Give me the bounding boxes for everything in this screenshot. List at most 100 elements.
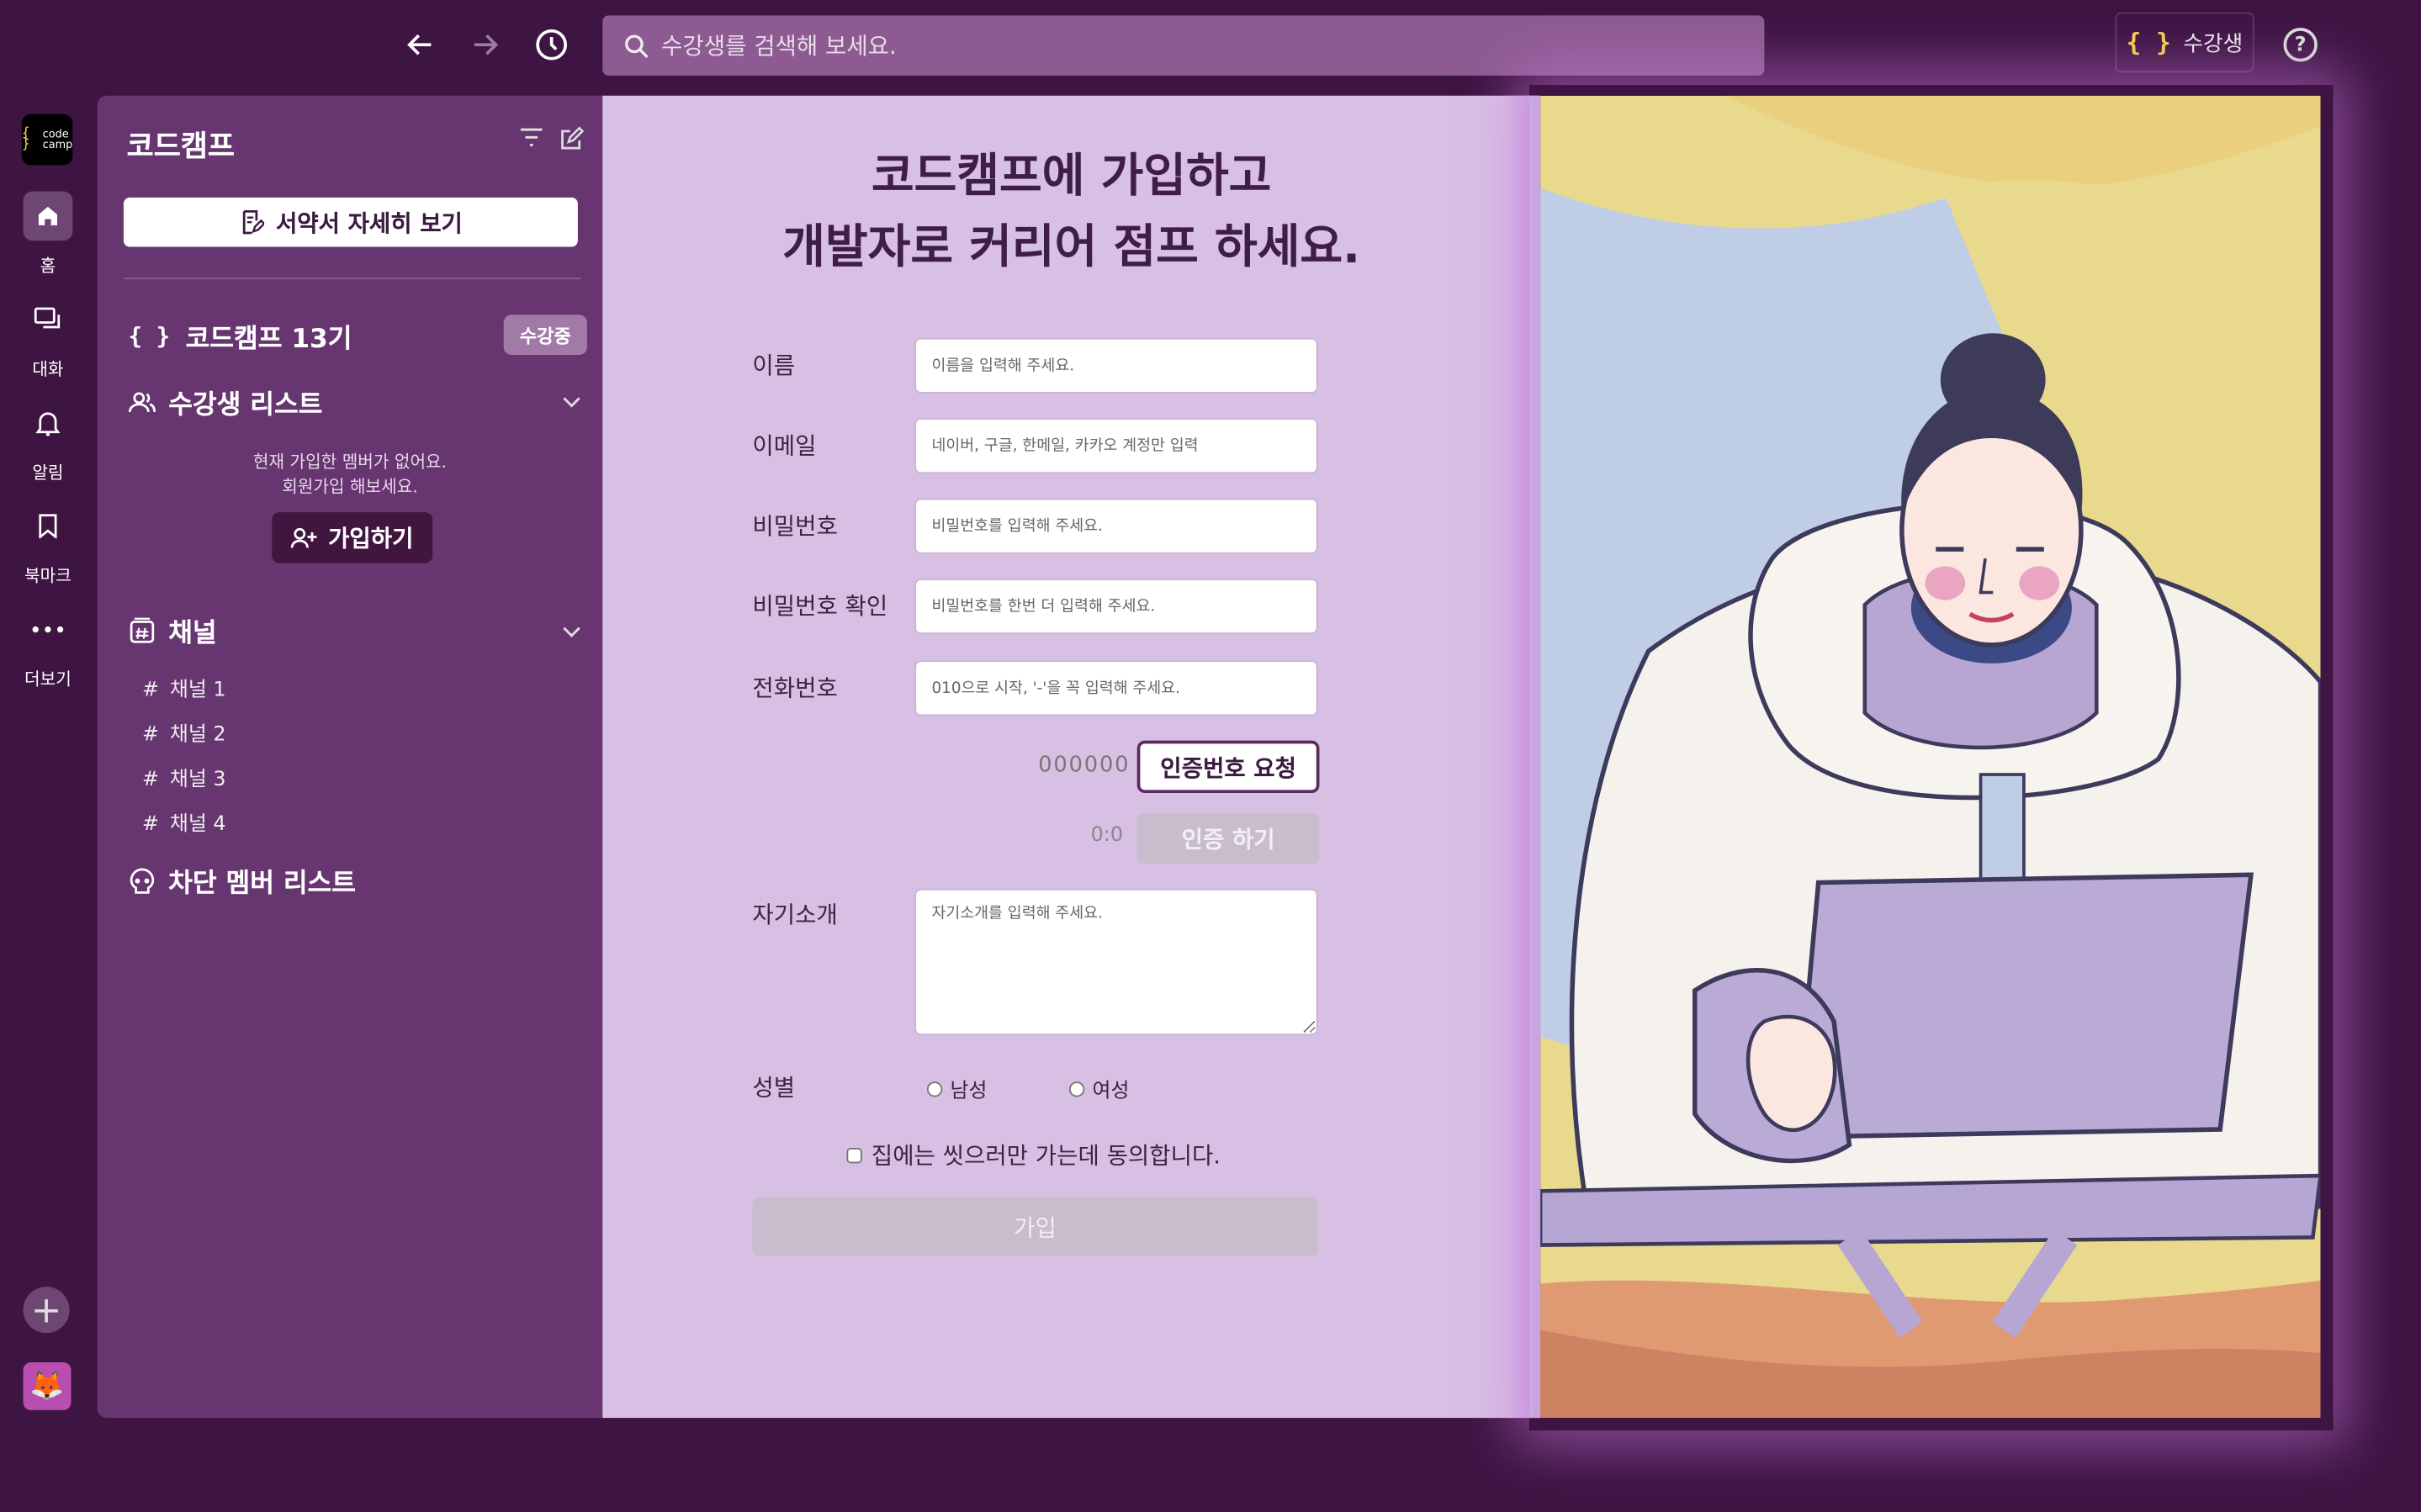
channel-label: 채널 2 [169,723,226,747]
more-icon [24,605,73,654]
channel-item[interactable]: # 채널 3 [141,762,226,792]
help-button[interactable]: ? [2283,28,2318,62]
agree-checkbox[interactable] [846,1147,862,1163]
blocked-section-header[interactable]: 차단 멤버 리스트 [128,861,356,900]
hash-icon: # [141,768,159,792]
password-confirm-field[interactable] [914,579,1318,635]
channels-section-header[interactable]: 채널 [128,611,217,650]
headline-line-1: 코드캠프에 가입하고 [871,149,1272,204]
add-workspace-button[interactable]: + [23,1287,70,1334]
students-section-header[interactable]: 수강생 리스트 [128,383,322,421]
verification-timer: 0:0 [1090,823,1124,848]
rail-item-more[interactable]: 더보기 [0,605,96,691]
plus-icon: + [30,1287,62,1332]
phone-field[interactable] [914,660,1318,716]
rail-label-chat: 대화 [32,359,64,380]
channel-item[interactable]: # 채널 2 [142,717,226,747]
headline-line-2: 개발자로 커리어 점프 하세요. [782,220,1361,275]
password-confirm-label: 비밀번호 확인 [752,592,888,621]
join-button-label: 가입하기 [328,524,414,552]
empty-message-line-2: 회원가입 해보세요. [282,476,418,497]
fox-avatar-icon: 🦊 [29,1370,65,1403]
compose-icon[interactable] [559,126,585,151]
filter-icon[interactable] [519,126,543,148]
rail-item-home[interactable]: 홈 [0,191,96,278]
channel-item[interactable]: # 채널 1 [142,673,226,702]
code-brace-icon: { } [2126,28,2171,57]
channel-label: 채널 1 [169,679,226,702]
sidebar: 코드캠프 서약서 자세히 보기 { } 코드캠프 13기 수강중 수강생 리스트… [97,95,603,1419]
gender-option-label: 남성 [950,1080,988,1103]
add-user-icon [291,527,318,547]
chevron-down-icon[interactable] [563,621,581,643]
verification-code-display: 000000 [1038,753,1131,778]
blocked-section-label: 차단 멤버 리스트 [168,868,357,900]
submit-button[interactable]: 가입 [752,1197,1318,1256]
gender-radio-female[interactable] [1068,1081,1085,1097]
logo-text-bottom: camp [42,138,73,151]
sidebar-tools [519,126,585,151]
channel-hash-icon [130,616,155,642]
rail-item-alerts[interactable]: 알림 [0,398,96,484]
left-rail: { } code camp 홈 대화 알림 북마크 더보기 + 🦊 [0,93,96,1512]
hash-icon: # [141,679,159,702]
password-field[interactable] [914,498,1318,554]
view-terms-label: 서약서 자세히 보기 [275,209,463,237]
name-label: 이름 [752,352,796,380]
password-label: 비밀번호 [752,512,838,541]
gender-option-female[interactable]: 여성 [1068,1074,1130,1103]
skull-icon [130,867,155,893]
name-field[interactable] [914,337,1318,394]
empty-message-line-1: 현재 가입한 멤버가 없어요. [252,452,448,473]
hero-illustration [1540,95,2321,1419]
students-section-label: 수강생 리스트 [168,390,323,421]
bell-icon [24,398,73,447]
intro-label: 자기소개 [752,901,838,929]
channel-item[interactable]: # 채널 4 [142,807,226,837]
role-badge[interactable]: { } 수강생 [2115,12,2254,73]
email-label: 이메일 [752,431,817,460]
gender-option-male[interactable]: 남성 [926,1074,988,1103]
channel-label: 채널 3 [169,768,226,792]
bookmark-icon [24,501,73,551]
join-button[interactable]: 가입하기 [272,512,433,563]
gender-option-label: 여성 [1092,1080,1130,1103]
rail-label-home: 홈 [40,256,56,277]
channel-label: 채널 4 [169,812,226,837]
role-label: 수강생 [2183,31,2244,56]
rail-item-chat[interactable]: 대화 [0,294,96,381]
intro-field[interactable] [914,888,1318,1036]
forward-button[interactable] [462,22,508,68]
arrow-right-icon [474,34,499,56]
app-logo[interactable]: { } code camp [21,114,73,166]
cohort-title[interactable]: { } 코드캠프 13기 [128,316,352,355]
email-field[interactable] [914,418,1318,474]
home-icon [23,191,73,241]
arrow-left-icon [407,34,432,56]
help-icon: ? [2294,33,2307,56]
hash-icon: # [141,812,159,837]
logo-brace: { } [21,125,30,152]
chevron-down-icon[interactable] [563,392,581,414]
channels-section-label: 채널 [168,618,217,650]
gender-radio-male[interactable] [926,1081,943,1097]
users-icon [128,391,156,412]
logo-text-top: code [42,127,69,140]
request-code-button[interactable]: 인증번호 요청 [1136,740,1320,794]
agree-checkbox-row[interactable]: 집에는 씻으러만 가는데 동의합니다. [846,1139,1221,1171]
empty-members-message: 현재 가입한 멤버가 없어요. 회원가입 해보세요. [98,451,603,500]
search-bar[interactable] [602,15,1765,76]
rail-label-bookmarks: 북마크 [24,566,72,587]
rail-item-bookmarks[interactable]: 북마크 [0,501,96,588]
chat-icon [24,294,73,344]
top-bar: { } 수강생 ? [0,0,2421,93]
verify-button[interactable]: 인증 하기 [1136,812,1320,864]
search-icon [625,34,649,58]
rail-label-more: 더보기 [24,669,72,690]
gender-label: 성별 [752,1073,796,1102]
search-input[interactable] [661,31,1712,60]
back-button[interactable] [397,22,443,68]
view-terms-button[interactable]: 서약서 자세히 보기 [123,197,578,247]
user-avatar[interactable]: 🦊 [23,1362,72,1410]
history-button[interactable] [528,22,575,68]
